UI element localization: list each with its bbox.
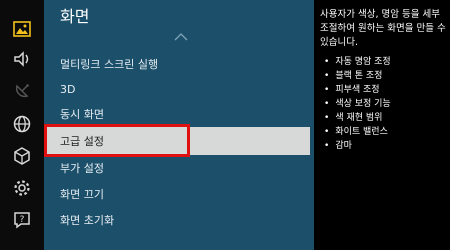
sound-icon[interactable] — [0, 44, 44, 74]
list-item: 화이트 밸런스 — [324, 125, 391, 139]
list-item: 색상 보정 기능 — [324, 97, 390, 111]
list-item: 색 재현 범위 — [324, 111, 391, 125]
network-icon[interactable] — [0, 109, 44, 139]
picture-icon[interactable] — [0, 14, 44, 44]
list-item: 감마 — [324, 139, 391, 153]
broadcast-icon[interactable] — [0, 76, 44, 106]
menu-item-label: 고급 설정 — [60, 135, 104, 148]
smart-features-icon[interactable] — [0, 141, 44, 171]
menu-item-label: 3D — [60, 82, 76, 96]
list-item: 피부색 조정 — [324, 83, 391, 97]
menu-item-reset-picture[interactable]: 화면 초기화 — [44, 206, 314, 234]
menu-item-advanced-settings[interactable]: 고급 설정 — [44, 127, 310, 155]
list-item: 블랙 톤 조정 — [324, 69, 391, 83]
support-icon[interactable]: ? — [0, 205, 44, 235]
menu-title: 화면 — [60, 7, 90, 26]
sidebar: ? — [0, 0, 44, 250]
menu-item-label: 화면 끄기 — [60, 188, 104, 201]
help-panel: 사용자가 색상, 명암 등을 세부 조절하여 원하는 화면을 만들 수 있습니다… — [314, 0, 450, 250]
menu-item-label: 멀티링크 스크린 실행 — [60, 58, 159, 71]
scroll-up-icon[interactable] — [174, 32, 188, 42]
menu-item-pip[interactable]: 동시 화면 — [44, 100, 314, 128]
picture-menu-panel: 화면 멀티링크 스크린 실행 3D 동시 화면 고급 설정 부가 설정 화면 끄… — [44, 0, 314, 250]
list-item: 자동 명암 조정 — [324, 55, 390, 69]
menu-item-label: 부가 설정 — [60, 162, 104, 175]
menu-item-picture-options[interactable]: 부가 설정 — [44, 154, 314, 182]
system-icon[interactable] — [0, 173, 44, 203]
menu-item-label: 화면 초기화 — [60, 214, 115, 227]
menu-item-3d[interactable]: 3D — [44, 75, 314, 103]
menu-item-picture-off[interactable]: 화면 끄기 — [44, 180, 314, 208]
menu-item-label: 동시 화면 — [60, 108, 104, 121]
svg-text:?: ? — [20, 215, 25, 225]
menu-item-multilink-screen[interactable]: 멀티링크 스크린 실행 — [44, 50, 314, 78]
help-feature-list: 자동 명암 조정 블랙 톤 조정 피부색 조정 색상 보정 기능 색 재현 범위… — [324, 55, 391, 153]
help-description: 사용자가 색상, 명암 등을 세부 조절하여 원하는 화면을 만들 수 있습니다… — [320, 9, 446, 48]
